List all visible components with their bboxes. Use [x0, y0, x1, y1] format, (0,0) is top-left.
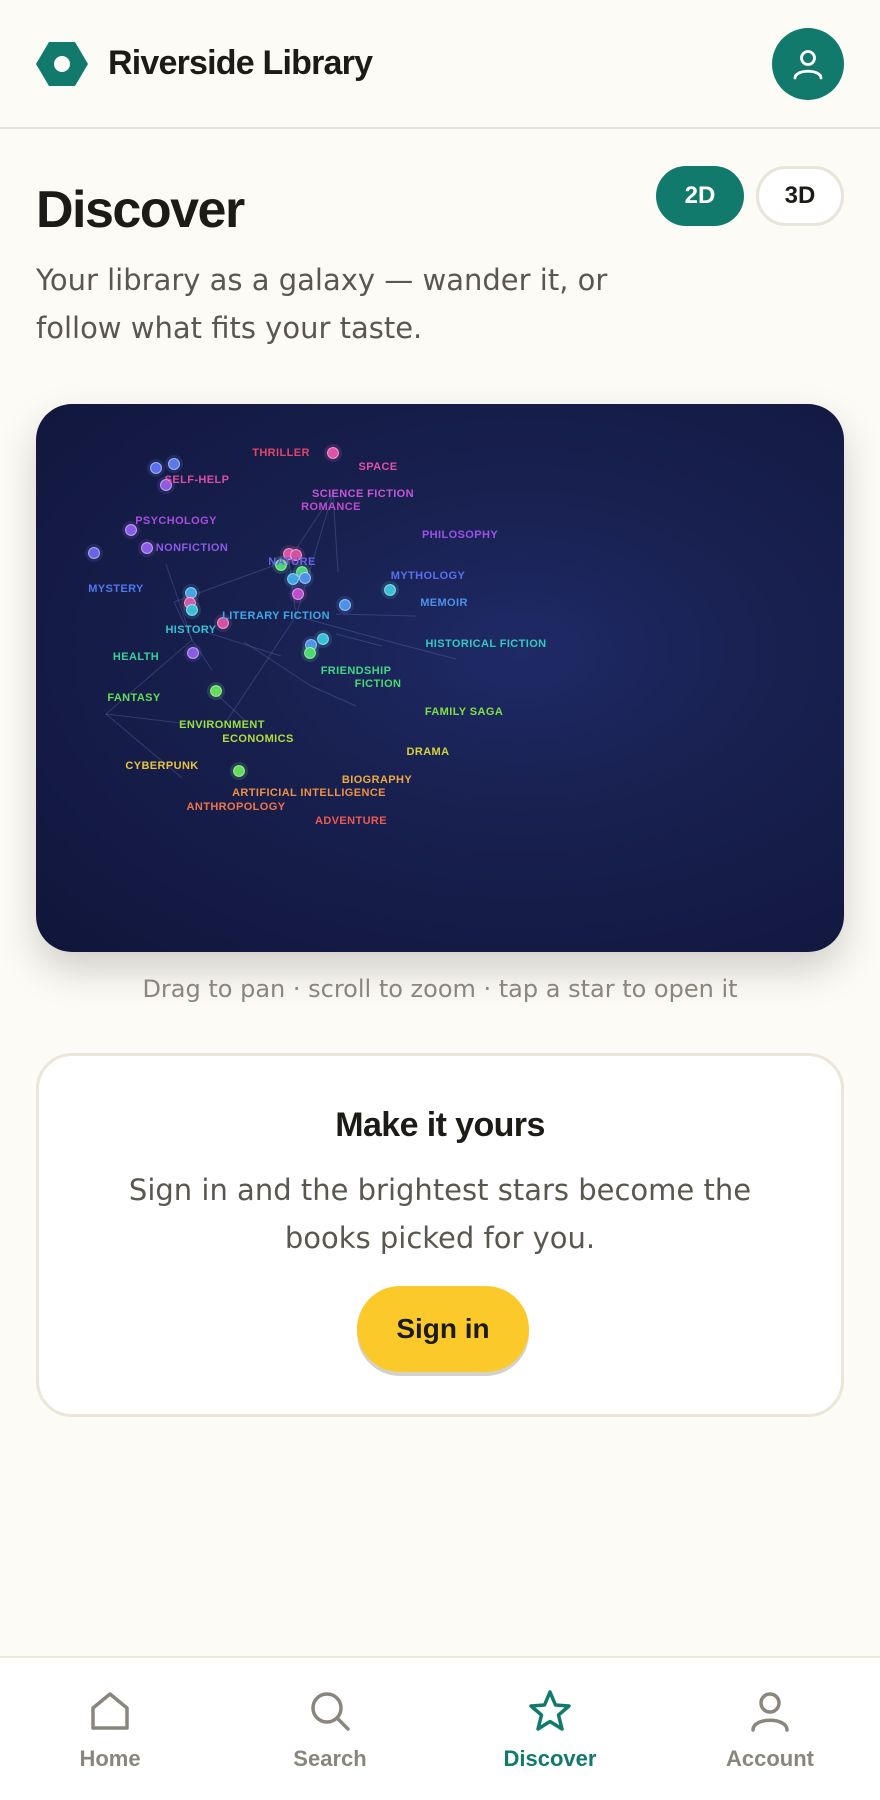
star-icon	[529, 1690, 571, 1731]
nav-label-account: Account	[726, 1746, 814, 1771]
toggle-2d-button[interactable]: 2D	[656, 166, 744, 226]
cluster-label[interactable]: PSYCHOLOGY	[135, 515, 217, 527]
cluster-label[interactable]: CYBERPUNK	[125, 760, 198, 772]
account-avatar-button[interactable]	[772, 28, 844, 100]
app-title[interactable]: Riverside Library	[108, 44, 373, 83]
book-star[interactable]	[327, 447, 339, 459]
book-star[interactable]	[210, 685, 222, 697]
nav-item-discover[interactable]: Discover	[440, 1658, 660, 1800]
galaxy-connection-line	[335, 613, 417, 617]
cluster-label[interactable]: BIOGRAPHY	[342, 774, 412, 786]
cluster-label[interactable]: THRILLER	[252, 447, 310, 459]
home-icon	[91, 1692, 129, 1730]
book-star[interactable]	[141, 542, 153, 554]
cluster-label[interactable]: HISTORY	[165, 624, 216, 636]
cluster-label[interactable]: NATURE	[268, 556, 315, 568]
cluster-label[interactable]: MYTHOLOGY	[391, 570, 466, 582]
cluster-label[interactable]: SPACE	[358, 461, 397, 473]
book-star[interactable]	[88, 547, 100, 559]
book-star[interactable]	[186, 604, 198, 616]
galaxy-connection-line	[335, 633, 383, 647]
nav-item-search[interactable]: Search	[220, 1658, 440, 1800]
search-icon	[311, 1692, 350, 1731]
book-star[interactable]	[299, 572, 311, 584]
user-icon	[793, 50, 823, 80]
cluster-label[interactable]: ARTIFICIAL INTELLIGENCE	[232, 787, 386, 799]
signin-promo-card: Make it yours Sign in and the brightest …	[36, 1053, 844, 1417]
promo-title: Make it yours	[335, 1106, 545, 1144]
cluster-label[interactable]: HEALTH	[113, 651, 159, 663]
book-star[interactable]	[233, 765, 245, 777]
signin-button[interactable]: Sign in	[357, 1286, 529, 1372]
cluster-label[interactable]: HISTORICAL FICTION	[425, 638, 546, 650]
nav-item-home[interactable]: Home	[0, 1658, 220, 1800]
promo-text: Sign in and the brightest stars become t…	[128, 1173, 752, 1255]
galaxy-map[interactable]: THRILLER SPACE SELF-HELP SCIENCE FICTION ROM…	[36, 404, 844, 952]
cluster-label[interactable]: FANTASY	[107, 692, 161, 704]
cluster-label[interactable]: SELF-HELP	[165, 474, 230, 486]
cluster-label[interactable]: LITERARY FICTION	[222, 610, 330, 622]
galaxy-connection-line	[221, 615, 297, 729]
cluster-label[interactable]: ENVIRONMENT	[179, 719, 265, 731]
cluster-label[interactable]: PHILOSOPHY	[422, 529, 498, 541]
book-star[interactable]	[339, 599, 351, 611]
hexagon-logo-icon[interactable]	[36, 40, 88, 88]
page-subtitle: Your library as a galaxy — wander it, or…	[36, 263, 608, 345]
book-star[interactable]	[384, 584, 396, 596]
cluster-label[interactable]: FRIENDSHIP	[321, 665, 392, 677]
cluster-label[interactable]: ANTHROPOLOGY	[187, 801, 286, 813]
book-star[interactable]	[168, 458, 180, 470]
cluster-label[interactable]: DRAMA	[407, 746, 450, 758]
galaxy-hint: Drag to pan · scroll to zoom · tap a sta…	[142, 975, 738, 1003]
page-title: Discover	[36, 181, 245, 239]
book-star[interactable]	[292, 588, 304, 600]
galaxy-connection-line	[310, 685, 357, 707]
cluster-label[interactable]: FAMILY SAGA	[425, 706, 503, 718]
book-star[interactable]	[187, 647, 199, 659]
cluster-label[interactable]: ADVENTURE	[315, 815, 387, 827]
galaxy-canvas[interactable]: THRILLER SPACE SELF-HELP SCIENCE FICTIONROM…	[36, 404, 844, 952]
cluster-label[interactable]: SCIENCE FICTION	[312, 488, 414, 500]
nav-label-search: Search	[293, 1746, 367, 1771]
nav-label-discover: Discover	[503, 1746, 597, 1771]
cluster-label[interactable]: ECONOMICS	[222, 733, 293, 745]
book-star[interactable]	[304, 647, 316, 659]
cluster-label[interactable]: MEMOIR	[420, 597, 468, 609]
app-header: Riverside Library	[0, 0, 880, 129]
cluster-label[interactable]: MYSTERY	[88, 583, 144, 595]
cluster-label[interactable]: NONFICTION	[156, 542, 228, 554]
cluster-label[interactable]: ROMANCE	[301, 501, 361, 513]
user-icon	[751, 1692, 789, 1732]
bottom-nav: Home Search Discover Account	[0, 1656, 880, 1800]
cluster-label[interactable]: FICTION	[355, 678, 402, 690]
nav-item-account[interactable]: Account	[660, 1658, 880, 1800]
book-star[interactable]	[150, 462, 162, 474]
toggle-3d-button[interactable]: 3D	[756, 166, 844, 226]
nav-label-home: Home	[79, 1746, 141, 1771]
